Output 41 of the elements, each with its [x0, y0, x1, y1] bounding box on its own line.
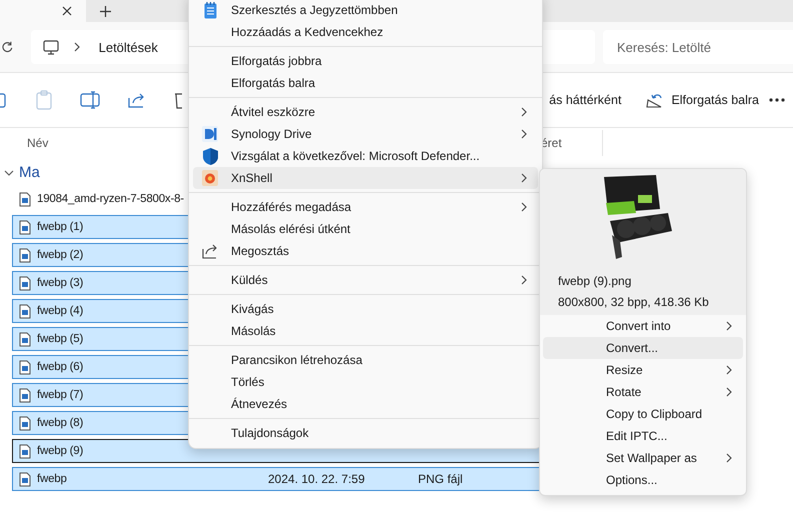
- menu-item[interactable]: Vizsgálat a következővel: Microsoft Defender...: [193, 145, 538, 167]
- menu-item[interactable]: Rotate: [543, 381, 743, 403]
- menu-item[interactable]: Parancsikon létrehozása: [193, 349, 538, 371]
- file-name: fwebp (6): [37, 361, 84, 373]
- menu-item[interactable]: Hozzáférés megadása: [193, 196, 538, 218]
- file-name[interactable]: 19084_amd-ryzen-7-5800x-8-: [37, 193, 184, 205]
- rotate-left-button[interactable]: Elforgatás balra: [645, 92, 759, 108]
- menu-item[interactable]: Convert...: [543, 337, 743, 359]
- menu-item[interactable]: Resize: [543, 359, 743, 381]
- menu-item[interactable]: Átnevezés: [193, 393, 538, 415]
- file-name: fwebp (9).png: [558, 273, 632, 290]
- menu-item[interactable]: Hozzáadás a Kedvencekhez: [193, 21, 538, 43]
- menu-item[interactable]: Megosztás: [193, 240, 538, 262]
- menu-item[interactable]: Elforgatás balra: [193, 72, 538, 94]
- group-header[interactable]: Ma: [19, 164, 40, 181]
- menu-item[interactable]: Convert into: [543, 315, 743, 337]
- file-type: PNG fájl: [418, 472, 464, 486]
- file-name: fwebp (9): [37, 445, 84, 457]
- folder-path: Letöltések: [98, 40, 158, 54]
- file-name: fwebp (1): [37, 221, 84, 233]
- toolbar-label: ás háttérként: [549, 93, 622, 107]
- menu-item[interactable]: Copy to Clipboard: [543, 403, 743, 425]
- menu-item[interactable]: XnShell: [193, 167, 538, 189]
- menu-item[interactable]: Törlés: [193, 371, 538, 393]
- menu-item[interactable]: Elforgatás jobbra: [193, 50, 538, 72]
- file-name: fwebp (5): [37, 333, 84, 345]
- menu-item[interactable]: Másolás elérési útként: [193, 218, 538, 240]
- search-field[interactable]: Keresés: Letölté: [603, 30, 793, 64]
- file-name: fwebp (7): [37, 389, 84, 401]
- file-name: fwebp (8): [37, 417, 84, 429]
- file-info: 800x800, 32 bpp, 418.36 Kb: [558, 294, 710, 311]
- file-name: fwebp (4): [37, 305, 84, 317]
- file-name: fwebp (3): [37, 277, 84, 289]
- file-name: fwebp: [37, 473, 67, 485]
- file-date: 2024. 10. 22. 7:59: [268, 472, 366, 486]
- file-name: fwebp (2): [37, 249, 84, 261]
- menu-item[interactable]: Másolás: [193, 320, 538, 342]
- menu-item[interactable]: Küldés: [193, 269, 538, 291]
- menu-item[interactable]: Kivágás: [193, 298, 538, 320]
- menu-item[interactable]: Átvitel eszközre: [193, 101, 538, 123]
- menu-item[interactable]: Synology Drive: [193, 123, 538, 145]
